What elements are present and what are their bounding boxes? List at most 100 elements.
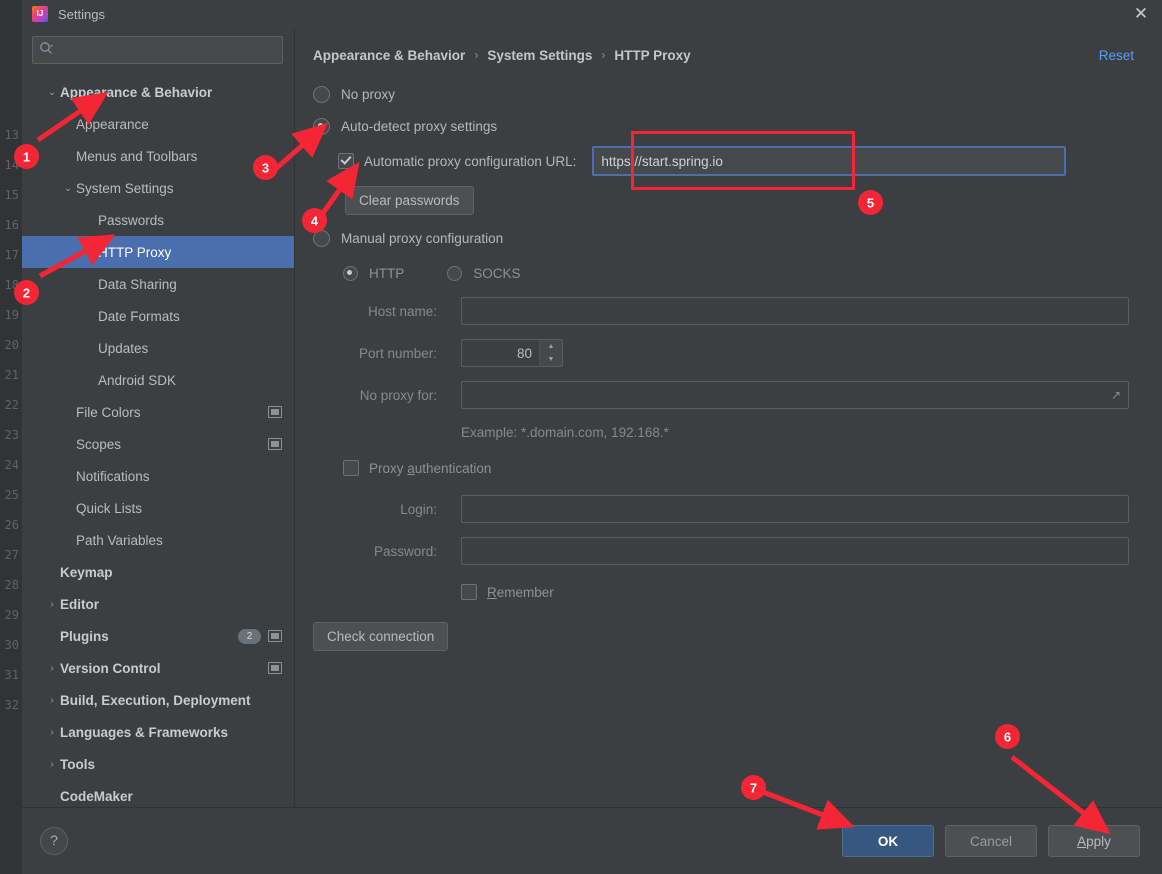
sidebar-item-languages-frameworks[interactable]: › Languages & Frameworks [22, 716, 294, 748]
ok-button[interactable]: OK [842, 825, 934, 857]
editor-line-number: 30 [4, 638, 19, 652]
pac-url-field-container [592, 146, 1067, 176]
editor-line-number: 25 [4, 488, 19, 502]
port-spinner[interactable]: ▲ ▼ [539, 339, 563, 367]
sidebar-item-build-execution-deployment[interactable]: › Build, Execution, Deployment [22, 684, 294, 716]
spinner-up-icon[interactable]: ▲ [540, 340, 562, 353]
password-row: Password: [313, 530, 1144, 572]
pac-url-label: Automatic proxy configuration URL: [364, 153, 577, 169]
login-input[interactable] [461, 495, 1129, 523]
sidebar-item-version-control[interactable]: › Version Control [22, 652, 294, 684]
clear-passwords-row: Clear passwords [313, 180, 1144, 220]
editor-line-number: 26 [4, 518, 19, 532]
port-number-input[interactable] [461, 339, 539, 367]
intellij-idea-icon [32, 6, 48, 22]
remember-checkbox[interactable] [461, 584, 477, 600]
password-input[interactable] [461, 537, 1129, 565]
breadcrumb: Appearance & Behavior › System Settings … [313, 28, 1144, 78]
sidebar-item-quick-lists[interactable]: Quick Lists [22, 492, 294, 524]
pac-url-row: Automatic proxy configuration URL: [313, 142, 1144, 180]
no-proxy-radio[interactable] [313, 85, 330, 103]
check-connection-button[interactable]: Check connection [313, 621, 449, 651]
chevron-right-icon[interactable]: › [44, 695, 60, 706]
auto-detect-radio[interactable] [313, 117, 330, 135]
settings-sidebar: ⌄ Appearance & Behavior Appearance Menus an… [22, 28, 295, 807]
sidebar-item-codemaker[interactable]: CodeMaker [22, 780, 294, 807]
search-container [22, 36, 294, 64]
sidebar-item-http-proxy[interactable]: HTTP Proxy [22, 236, 294, 268]
sidebar-item-tools[interactable]: › Tools [22, 748, 294, 780]
search-box[interactable] [32, 36, 283, 64]
chevron-down-icon[interactable]: ⌄ [44, 87, 60, 98]
host-name-input[interactable] [461, 297, 1129, 325]
proxy-authentication-option[interactable]: Proxy authentication [313, 448, 1144, 488]
sidebar-item-notifications[interactable]: Notifications [22, 460, 294, 492]
clear-passwords-button[interactable]: Clear passwords [345, 185, 474, 215]
sidebar-item-keymap[interactable]: Keymap [22, 556, 294, 588]
login-row: Login: [313, 488, 1144, 530]
sidebar-item-date-formats[interactable]: Date Formats [22, 300, 294, 332]
sidebar-item-label: Build, Execution, Deployment [60, 692, 251, 708]
sidebar-item-system-settings[interactable]: ⌄ System Settings [22, 172, 294, 204]
editor-line-number: 32 [4, 698, 19, 712]
sidebar-item-data-sharing[interactable]: Data Sharing [22, 268, 294, 300]
breadcrumb-separator: › [601, 48, 606, 62]
sidebar-item-editor[interactable]: › Editor [22, 588, 294, 620]
auto-detect-label: Auto-detect proxy settings [341, 118, 498, 134]
login-label: Login: [400, 501, 437, 517]
no-proxy-label: No proxy [341, 86, 396, 102]
no-proxy-for-input[interactable] [461, 381, 1129, 409]
search-input[interactable] [56, 41, 276, 59]
manual-proxy-label: Manual proxy configuration [341, 230, 504, 246]
editor-line-number: 16 [4, 218, 19, 232]
socks-radio[interactable] [447, 265, 463, 281]
sidebar-item-label: Editor [60, 596, 99, 612]
sidebar-item-trailing [268, 662, 282, 674]
example-text: Example: *.domain.com, 192.168.* [461, 424, 669, 440]
sidebar-item-file-colors[interactable]: File Colors [22, 396, 294, 428]
sidebar-item-passwords[interactable]: Passwords [22, 204, 294, 236]
sidebar-item-label: Scopes [76, 436, 122, 452]
plugins-count-badge: 2 [238, 628, 261, 644]
sidebar-item-menus-and-toolbars[interactable]: Menus and Toolbars [22, 140, 294, 172]
sidebar-item-scopes[interactable]: Scopes [22, 428, 294, 460]
http-proxy-panel: Appearance & Behavior › System Settings … [295, 28, 1162, 807]
cancel-button[interactable]: Cancel [945, 825, 1037, 857]
sidebar-item-label: Version Control [60, 660, 161, 676]
sidebar-item-updates[interactable]: Updates [22, 332, 294, 364]
dialog-titlebar: Settings ✕ [22, 0, 1162, 28]
close-icon[interactable]: ✕ [1126, 2, 1156, 26]
chevron-right-icon[interactable]: › [44, 663, 60, 674]
port-stepper: ▲ ▼ [461, 339, 563, 367]
sidebar-item-appearance[interactable]: Appearance [22, 108, 294, 140]
port-number-row: Port number: ▲ ▼ [313, 332, 1144, 374]
expand-icon[interactable]: ↗ [1111, 388, 1121, 402]
sidebar-item-appearance-behavior[interactable]: ⌄ Appearance & Behavior [22, 76, 294, 108]
footer-actions: OK Cancel Apply [842, 825, 1140, 857]
http-radio[interactable] [343, 265, 358, 281]
chevron-down-icon[interactable]: ⌄ [60, 183, 76, 194]
socks-label: SOCKS [473, 265, 521, 281]
auto-detect-option[interactable]: Auto-detect proxy settings [313, 110, 1144, 142]
proxy-authentication-checkbox[interactable] [343, 460, 359, 476]
chevron-right-icon[interactable]: › [44, 599, 60, 610]
no-proxy-option[interactable]: No proxy [313, 78, 1144, 110]
breadcrumb-item-0[interactable]: Appearance & Behavior [313, 48, 465, 63]
sidebar-item-plugins[interactable]: Plugins 2 [22, 620, 294, 652]
remember-option[interactable]: Remember [313, 572, 1144, 612]
editor-line-number: 14 [4, 158, 19, 172]
manual-proxy-option[interactable]: Manual proxy configuration [313, 220, 1144, 256]
pac-url-input[interactable] [592, 146, 1067, 176]
pac-url-checkbox[interactable] [338, 153, 354, 169]
breadcrumb-item-1[interactable]: System Settings [487, 48, 592, 63]
apply-button[interactable]: Apply [1048, 825, 1140, 857]
sidebar-item-android-sdk[interactable]: Android SDK [22, 364, 294, 396]
spinner-down-icon[interactable]: ▼ [540, 353, 562, 366]
reset-link[interactable]: Reset [1099, 48, 1144, 63]
chevron-right-icon[interactable]: › [44, 727, 60, 738]
manual-proxy-radio[interactable] [313, 229, 330, 247]
sidebar-item-path-variables[interactable]: Path Variables [22, 524, 294, 556]
sidebar-item-label: Passwords [98, 212, 165, 228]
help-icon[interactable]: ? [40, 827, 68, 855]
chevron-right-icon[interactable]: › [44, 759, 60, 770]
